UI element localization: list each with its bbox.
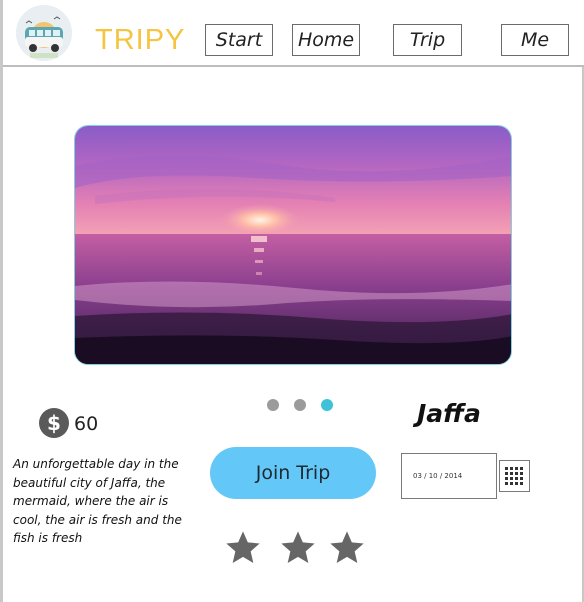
date-input[interactable]: 03 / 10 / 2014 (401, 453, 497, 499)
calendar-icon[interactable] (499, 460, 530, 492)
nav-me-button[interactable]: Me (501, 24, 569, 56)
rating-star-icon-2[interactable] (278, 528, 318, 568)
sunset-sea-image[interactable] (74, 125, 512, 365)
carousel-dot-2[interactable] (294, 399, 306, 411)
nav-home-button[interactable]: Home (292, 24, 360, 56)
trip-description: An unforgettable day in the beautiful ci… (13, 457, 182, 545)
dollar-icon: $ (39, 408, 69, 438)
carousel-dot-1[interactable] (267, 399, 279, 411)
carousel-dot-3-active[interactable] (321, 399, 333, 411)
header-divider (3, 65, 584, 67)
trip-title: Jaffa (417, 399, 481, 428)
brand-name: TRIPY (95, 24, 186, 56)
rating-star-icon-3[interactable] (327, 528, 367, 568)
join-trip-button[interactable]: Join Trip (210, 447, 376, 499)
rating-star-icon-1[interactable] (223, 528, 263, 568)
nav-trip-button[interactable]: Trip (393, 24, 462, 56)
window-frame-left (0, 0, 3, 602)
nav-start-button[interactable]: Start (205, 24, 273, 56)
trip-price: 60 (74, 413, 99, 435)
camper-van-icon[interactable] (16, 5, 72, 61)
